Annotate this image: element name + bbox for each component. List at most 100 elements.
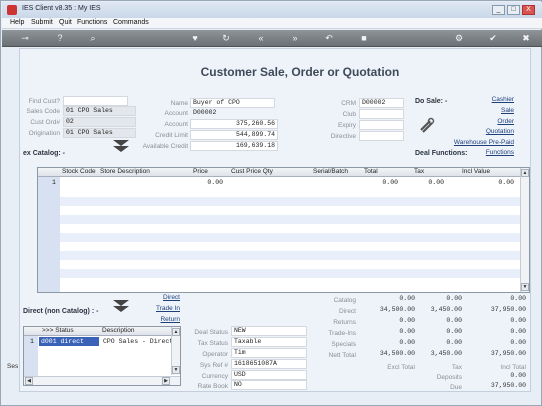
refresh-icon[interactable]: ↻ [219, 32, 233, 45]
app-window: IES Client v8.35 : My IES _ □ X Help Sub… [0, 0, 542, 406]
totals-direct-excl: 34,500.00 [379, 306, 415, 313]
currency-field[interactable]: USD [231, 370, 307, 380]
menu-commands[interactable]: Commands [113, 19, 149, 26]
first-icon[interactable]: « [254, 32, 268, 45]
side-tab[interactable]: Ses [7, 363, 18, 370]
collapse-chevron-icon[interactable] [112, 299, 130, 313]
row-description[interactable]: CPO Sales - Direct [103, 337, 171, 346]
scroll-down-icon[interactable]: ▼ [521, 283, 529, 291]
row-number: 1 [52, 179, 56, 186]
sales-code-field[interactable]: 01 CPO Sales [63, 106, 136, 116]
directive-field[interactable] [359, 131, 404, 141]
last-icon[interactable]: » [288, 32, 302, 45]
cashier-link[interactable]: Cashier [450, 96, 514, 103]
sale-link[interactable]: Sale [450, 107, 514, 114]
cust-ord-label: Cust Ord# [30, 119, 60, 126]
catalog-grid-header: Stock Code Store Description Price Cust … [38, 168, 521, 177]
col-cust-price-qty[interactable]: Cust Price Qty [231, 168, 273, 176]
col-total[interactable]: Total [364, 168, 378, 176]
due-label: Due [450, 384, 462, 391]
menu-quit[interactable]: Quit [59, 19, 72, 26]
col-description[interactable]: Description [102, 327, 135, 335]
app-icon [7, 5, 17, 15]
menu-functions[interactable]: Functions [77, 19, 107, 26]
menu-submit[interactable]: Submit [31, 19, 53, 26]
return-link[interactable]: Return [140, 316, 180, 323]
trade-in-link[interactable]: Trade In [140, 305, 180, 312]
row-number: 1 [30, 338, 34, 345]
totals-catalog-incl: 0.00 [510, 295, 526, 302]
row-tax: 0.00 [428, 179, 444, 186]
confirm-icon[interactable]: ✔ [486, 32, 500, 45]
sys-ref-label: Sys Ref # [199, 362, 228, 369]
find-cust-input[interactable] [63, 96, 128, 106]
quotation-link[interactable]: Quotation [450, 128, 514, 135]
order-link[interactable]: Order [450, 118, 514, 125]
totals-catalog-excl: 0.00 [399, 295, 415, 302]
heart-icon[interactable]: ♥ [188, 32, 202, 45]
back-icon[interactable]: ↶ [322, 32, 336, 45]
rate-book-field[interactable]: NO [231, 380, 307, 390]
functions-link[interactable]: Functions [470, 149, 514, 156]
club-field[interactable] [359, 109, 404, 119]
direct-hscroll[interactable]: ◀ ▶ [24, 376, 180, 385]
title-bar: IES Client v8.35 : My IES _ □ X [2, 2, 542, 18]
page-title: Customer Sale, Order or Quotation [200, 65, 400, 79]
expand-chevron-icon[interactable] [112, 139, 130, 153]
table-row[interactable]: 1 0.00 0.00 0.00 0.00 [38, 178, 521, 187]
close-button[interactable]: X [522, 5, 535, 15]
direct-label: Direct (non Catalog) : - [23, 308, 99, 315]
col-incl-value[interactable]: Incl Value [462, 168, 490, 176]
menu-help[interactable]: Help [10, 19, 24, 26]
settings-icon[interactable]: ⚙ [452, 32, 466, 45]
direct-vscroll[interactable]: ▲ ▼ [171, 327, 180, 375]
cust-ord-field[interactable]: 02 [63, 117, 136, 127]
scroll-up-icon[interactable]: ▲ [172, 328, 180, 336]
col-price[interactable]: Price [193, 168, 208, 176]
name-field[interactable]: Buyer of CPO [190, 98, 275, 108]
catalog-row-gutter [38, 177, 60, 292]
totals-specials-incl: 0.00 [510, 339, 526, 346]
key-icon[interactable]: ⊸ [16, 32, 34, 45]
credit-limit-label: Credit Limit [155, 132, 188, 139]
col-stock-code[interactable]: Stock Code [62, 168, 96, 176]
totals-direct-incl: 37,950.00 [490, 306, 526, 313]
scroll-left-icon[interactable]: ◀ [25, 377, 33, 385]
totals-returns-incl: 0.00 [510, 317, 526, 324]
operator-field[interactable]: Tim [231, 348, 307, 358]
search-icon[interactable]: ⌕ [86, 32, 100, 45]
totals-direct-tax: 3,450.00 [430, 306, 462, 313]
scroll-right-icon[interactable]: ▶ [162, 377, 170, 385]
expiry-field[interactable] [359, 120, 404, 130]
direct-link[interactable]: Direct [140, 294, 180, 301]
tax-status-field[interactable]: Taxable [231, 337, 307, 347]
crm-label: CRM [341, 100, 356, 107]
scroll-up-icon[interactable]: ▲ [521, 169, 529, 177]
catalog-scrollbar[interactable]: ▲ ▼ [520, 168, 529, 292]
totals-returns-label: Returns [333, 319, 356, 326]
col-serial-batch[interactable]: Serial/Batch [313, 168, 348, 176]
totals-nett-label: Nett Total [328, 352, 356, 359]
grid-stripe [60, 233, 521, 242]
help-icon[interactable]: ? [53, 32, 67, 45]
stop-icon[interactable]: ■ [357, 32, 371, 45]
close-icon[interactable]: ✖ [519, 32, 533, 45]
rate-book-label: Rate Book [197, 383, 228, 390]
col-store-description[interactable]: Store Description [100, 168, 150, 176]
minimize-button[interactable]: _ [492, 5, 505, 15]
scroll-down-icon[interactable]: ▼ [172, 366, 180, 374]
crm-field[interactable]: D00002 [359, 98, 404, 108]
col-status[interactable]: >>> Status [42, 327, 74, 335]
row-status[interactable]: d001 direct [39, 337, 99, 346]
col-tax[interactable]: Tax [414, 168, 424, 176]
totals-catalog-tax: 0.00 [446, 295, 462, 302]
maximize-button[interactable]: □ [507, 5, 520, 15]
warehouse-prepaid-link[interactable]: Warehouse Pre-Paid [430, 139, 514, 146]
totals-tradeins-label: Trade-Ins [328, 330, 356, 337]
deal-status-field: NEW [231, 326, 307, 336]
table-row[interactable]: 1 d001 direct CPO Sales - Direct [24, 337, 172, 346]
totals-specials-excl: 0.00 [399, 339, 415, 346]
toolbar: ⊸ ? ⌕ ♥ ↻ « » ↶ ■ ⚙ ✔ ✖ [2, 30, 542, 47]
expiry-label: Expiry [337, 122, 356, 129]
row-total: 0.00 [382, 179, 398, 186]
